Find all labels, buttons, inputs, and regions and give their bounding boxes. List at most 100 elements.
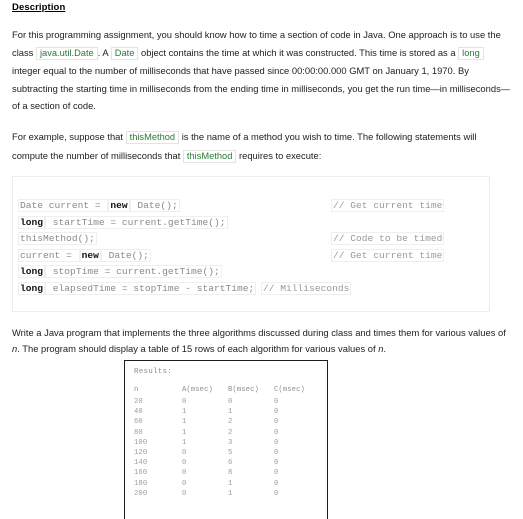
table-cell: 0	[274, 408, 279, 417]
code-text: current =	[18, 248, 80, 262]
column-header: n	[134, 386, 139, 394]
table-cell: 1	[228, 489, 233, 498]
inline-code-thismethod-1: thisMethod	[125, 130, 180, 144]
table-row: 200 0 1 0	[134, 490, 314, 500]
code-text: thisMethod();	[18, 232, 97, 246]
table-row: 80 1 2 0	[134, 429, 314, 439]
document-page: Description For this programming assignm…	[0, 2, 523, 519]
results-console: Results: n A(msec) B(msec) C(msec) 20 0 0 0 40 1…	[124, 360, 328, 519]
code-line: long startTime = current.getTime();	[13, 215, 489, 233]
inline-code-java-util-date: java.util.Date	[35, 46, 98, 60]
column-header: C(msec)	[274, 386, 305, 394]
table-cell: 0	[182, 398, 187, 406]
inline-code-date: Date	[110, 46, 139, 60]
table-header-row: n A(msec) B(msec) C(msec)	[134, 386, 314, 398]
column-header: B(msec)	[228, 386, 259, 394]
table-cell: 1	[182, 418, 187, 427]
table-cell: 100	[134, 438, 148, 447]
table-row: 180 0 1 0	[134, 480, 314, 490]
table-row: 100 1 3 0	[134, 439, 314, 449]
table-cell: 8	[228, 469, 233, 478]
table-cell: 0	[274, 428, 279, 437]
code-line: thisMethod(); // Code to be timed	[13, 232, 489, 249]
code-comment: // Milliseconds	[261, 281, 352, 295]
table-row: 120 0 5 0	[134, 449, 314, 459]
table-cell: 0	[274, 438, 279, 447]
paragraph-assignment: Write a Java program that implements the…	[12, 325, 511, 356]
code-text: Date current =	[18, 199, 109, 213]
table-cell: 120	[134, 448, 148, 457]
code-line: current = new Date(); // Get current time	[13, 248, 489, 266]
table-cell: 1	[182, 438, 187, 447]
table-row: 60 1 2 0	[134, 418, 314, 428]
table-cell: 0	[274, 469, 279, 478]
code-keyword: long	[18, 215, 46, 229]
column-header: A(msec)	[182, 386, 213, 394]
table-cell: 0	[182, 489, 187, 498]
table-cell: 0	[274, 398, 279, 406]
table-cell: 40	[134, 408, 143, 417]
table-cell: 160	[134, 469, 148, 478]
table-cell: 1	[182, 428, 187, 437]
code-keyword: long	[18, 265, 46, 279]
table-cell: 0	[182, 459, 187, 468]
code-comment: // Get current time	[331, 199, 445, 213]
code-text: Date();	[129, 199, 180, 213]
table-cell: 0	[182, 448, 187, 457]
results-table-head: n A(msec) B(msec) C(msec)	[134, 386, 314, 398]
paragraph-example: For example, suppose that thisMethod is …	[12, 128, 511, 165]
paragraph-text: Write a Java program that implements the…	[12, 327, 506, 339]
page-title: Description	[12, 2, 66, 13]
table-cell: 3	[228, 438, 233, 447]
code-comment: // Get current time	[331, 248, 445, 262]
code-text: stopTime = current.getTime();	[45, 265, 222, 279]
paragraph-text: . The program should display a table of …	[17, 342, 379, 354]
code-line: long elapsedTime = stopTime - startTime;…	[13, 281, 489, 299]
table-cell: 0	[274, 448, 279, 457]
table-cell: 0	[274, 418, 279, 427]
table-cell: 6	[228, 459, 233, 468]
results-title: Results:	[134, 368, 173, 376]
code-comment: // Code to be timed	[331, 232, 445, 246]
code-keyword: new	[79, 248, 101, 262]
table-cell: 0	[182, 469, 187, 478]
code-keyword: new	[108, 199, 130, 213]
table-cell: 0	[274, 489, 279, 498]
table-cell: 1	[228, 479, 233, 488]
table-cell: 1	[182, 408, 187, 417]
results-table-body: 20 0 0 0 40 1 1 0 60 1 2 0 80 1 2 0 100 1 3 0 120 0 5 0 140 0 6 0 16…	[134, 398, 314, 500]
inline-code-thismethod-2: thisMethod	[182, 149, 237, 163]
table-cell: 0	[228, 398, 233, 406]
paragraph-text: object contains the time at which it was…	[138, 46, 459, 58]
paragraph-text: requires to execute:	[236, 149, 322, 161]
results-table: n A(msec) B(msec) C(msec) 20 0 0 0 40 1 1 0 60 1 2 0 80…	[134, 386, 314, 500]
code-line: long stopTime = current.getTime();	[13, 265, 489, 282]
table-row: 40 1 1 0	[134, 408, 314, 418]
table-cell: 80	[134, 428, 143, 437]
code-text: Date();	[100, 248, 151, 262]
table-cell: 140	[134, 459, 148, 468]
code-text: elapsedTime = stopTime - startTime;	[45, 281, 257, 295]
paragraph-text: .	[383, 342, 387, 354]
table-cell: 180	[134, 479, 148, 488]
paragraph-text: For example, suppose that	[12, 130, 126, 142]
inline-code-long: long	[458, 46, 484, 60]
table-row: 140 0 6 0	[134, 459, 314, 469]
paragraph-intro: For this programming assignment, you sho…	[12, 26, 511, 115]
table-cell: 2	[228, 428, 233, 437]
code-keyword: long	[18, 281, 46, 295]
paragraph-text: . A	[97, 46, 111, 58]
paragraph-text: integer equal to the number of milliseco…	[12, 65, 511, 112]
table-cell: 200	[134, 489, 148, 498]
table-cell: 0	[274, 479, 279, 488]
table-cell: 20	[134, 398, 143, 406]
table-row: 160 0 8 0	[134, 469, 314, 479]
table-cell: 60	[134, 418, 143, 427]
table-cell: 5	[228, 448, 233, 457]
table-cell: 2	[228, 418, 233, 427]
table-cell: 0	[274, 459, 279, 468]
code-text: startTime = current.getTime();	[45, 215, 228, 229]
table-cell: 1	[228, 408, 233, 417]
code-block: Date current = new Date(); // Get current…	[12, 176, 490, 313]
code-line: Date current = new Date(); // Get current…	[13, 199, 489, 216]
